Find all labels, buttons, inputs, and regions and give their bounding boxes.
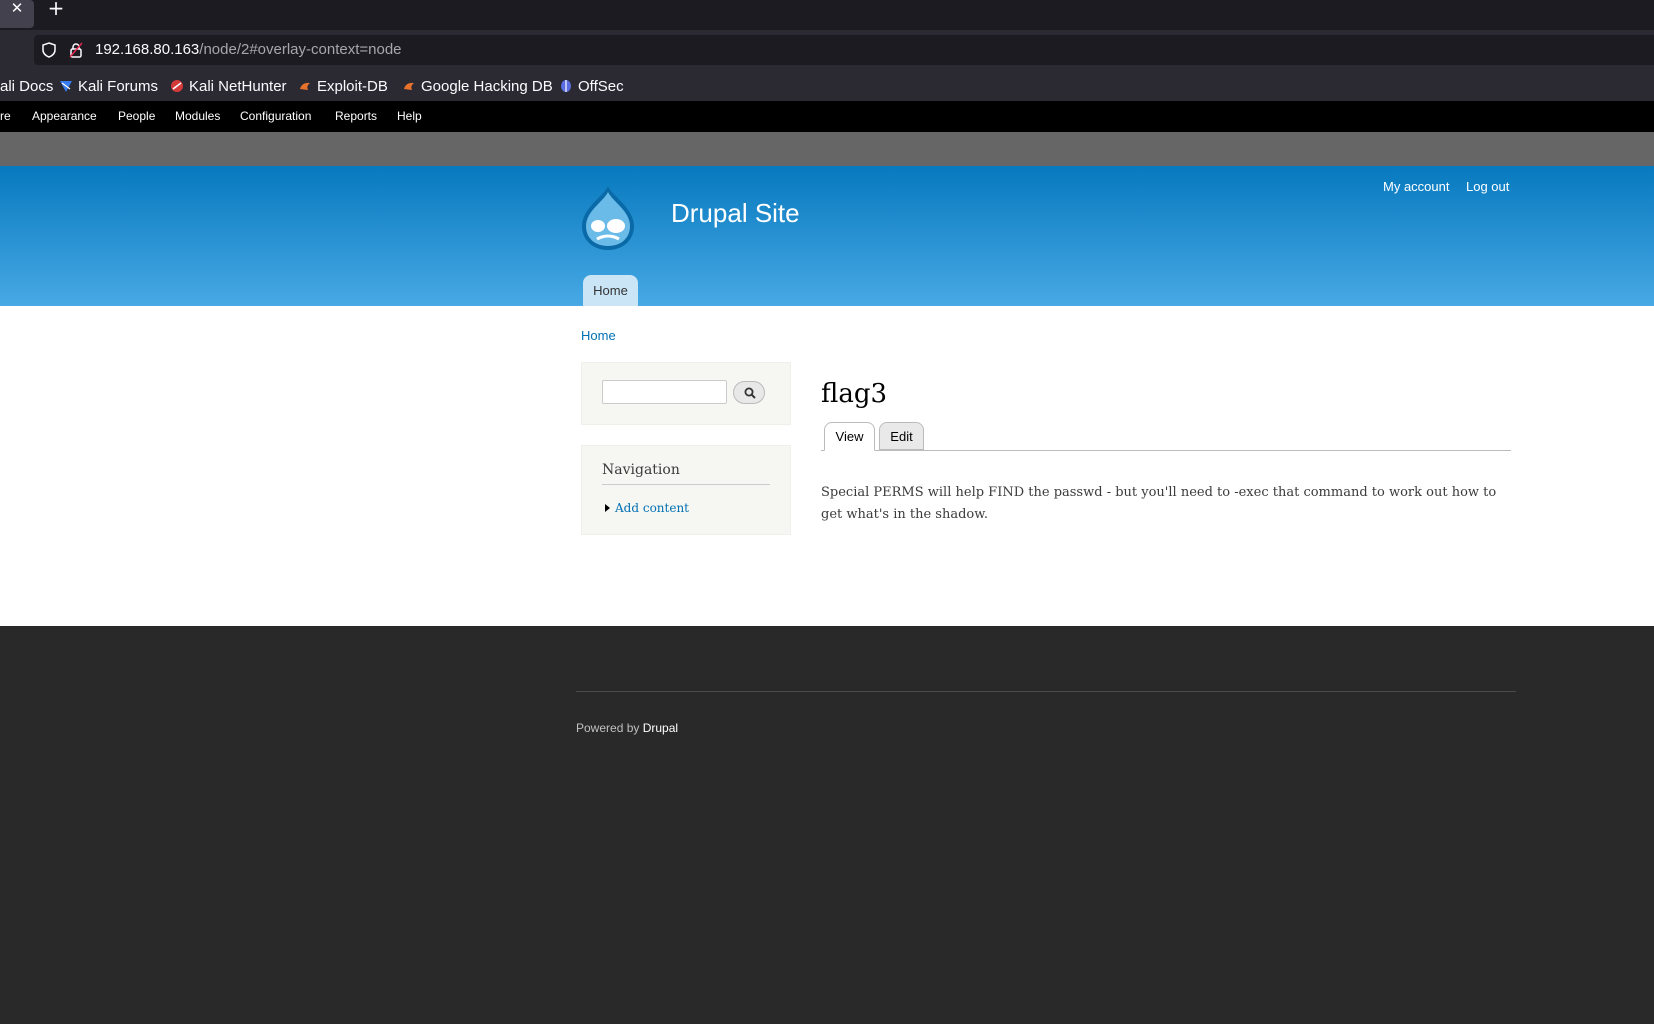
page-title: flag3 [821, 379, 888, 409]
bookmark-label: OffSec [578, 77, 624, 95]
admin-menu-configuration[interactable]: Configuration [240, 109, 311, 124]
tabs-divider [821, 450, 1511, 451]
powered-by-label: Powered by [576, 721, 640, 735]
exploit-db-icon [300, 82, 310, 90]
bookmark-exploit-db[interactable]: Exploit-DB [298, 76, 388, 96]
tab-view[interactable]: View [824, 422, 875, 451]
footer-powered-by: Powered by Drupal [576, 720, 678, 736]
admin-menu-appearance[interactable]: Appearance [32, 109, 97, 124]
navigation-divider [602, 484, 770, 485]
bookmark-kali-nethunter[interactable]: Kali NetHunter [170, 76, 287, 96]
node-body-text: Special PERMS will help FIND the passwd … [821, 485, 1497, 522]
site-name[interactable]: Drupal Site [671, 196, 800, 230]
navigation-block [581, 445, 791, 535]
offsec-icon [561, 80, 571, 92]
add-content-link[interactable]: Add content [615, 500, 689, 516]
ghdb-icon [404, 82, 414, 90]
url-path: /node/2#overlay-context=node [199, 41, 402, 58]
main-menu-home-tab[interactable]: Home [583, 275, 638, 306]
main-content-area [0, 306, 1654, 626]
bookmark-offsec[interactable]: OffSec [559, 76, 624, 96]
my-account-link[interactable]: My account [1383, 179, 1449, 195]
search-icon [744, 387, 756, 399]
admin-menu-structure[interactable]: re [0, 109, 11, 124]
bookmark-kali-forums[interactable]: Kali Forums [59, 76, 158, 96]
bookmark-kali-docs[interactable]: ali Docs [0, 76, 53, 96]
tab-edit[interactable]: Edit [879, 422, 924, 450]
navigation-title: Navigation [602, 462, 680, 478]
admin-menu-help[interactable]: Help [397, 109, 422, 124]
log-out-link[interactable]: Log out [1466, 179, 1509, 195]
bookmark-label: Kali NetHunter [189, 77, 287, 95]
bookmark-label: ali Docs [0, 77, 54, 95]
bookmark-label: Google Hacking DB [421, 77, 553, 95]
bookmark-label: Kali Forums [78, 77, 159, 95]
kali-icon [60, 81, 72, 92]
admin-menu-reports[interactable]: Reports [335, 109, 377, 124]
lock-icon[interactable] [69, 42, 83, 58]
nethunter-icon [171, 80, 183, 92]
shield-icon[interactable] [42, 42, 56, 58]
admin-menu-people[interactable]: People [118, 109, 155, 124]
browser-tab-bar [0, 0, 1654, 30]
drupal-link[interactable]: Drupal [643, 721, 678, 735]
admin-menu-modules[interactable]: Modules [175, 109, 220, 124]
bookmark-label: Exploit-DB [317, 77, 388, 95]
url-host: 192.168.80.163 [95, 41, 200, 58]
footer-divider [576, 691, 1516, 692]
drupal-logo-icon[interactable] [578, 184, 638, 252]
bookmark-google-hacking-db[interactable]: Google Hacking DB [402, 76, 553, 96]
url-text[interactable]: 192.168.80.163/node/2#overlay-context=no… [95, 40, 402, 60]
breadcrumb-home-link[interactable]: Home [581, 328, 616, 344]
search-button[interactable] [733, 381, 765, 404]
search-input[interactable] [602, 380, 727, 404]
triangle-right-icon [605, 504, 610, 512]
shortcut-bar [0, 132, 1654, 166]
new-tab-icon[interactable]: + [46, 0, 66, 18]
tab-close-icon[interactable]: ✕ [0, 0, 34, 28]
